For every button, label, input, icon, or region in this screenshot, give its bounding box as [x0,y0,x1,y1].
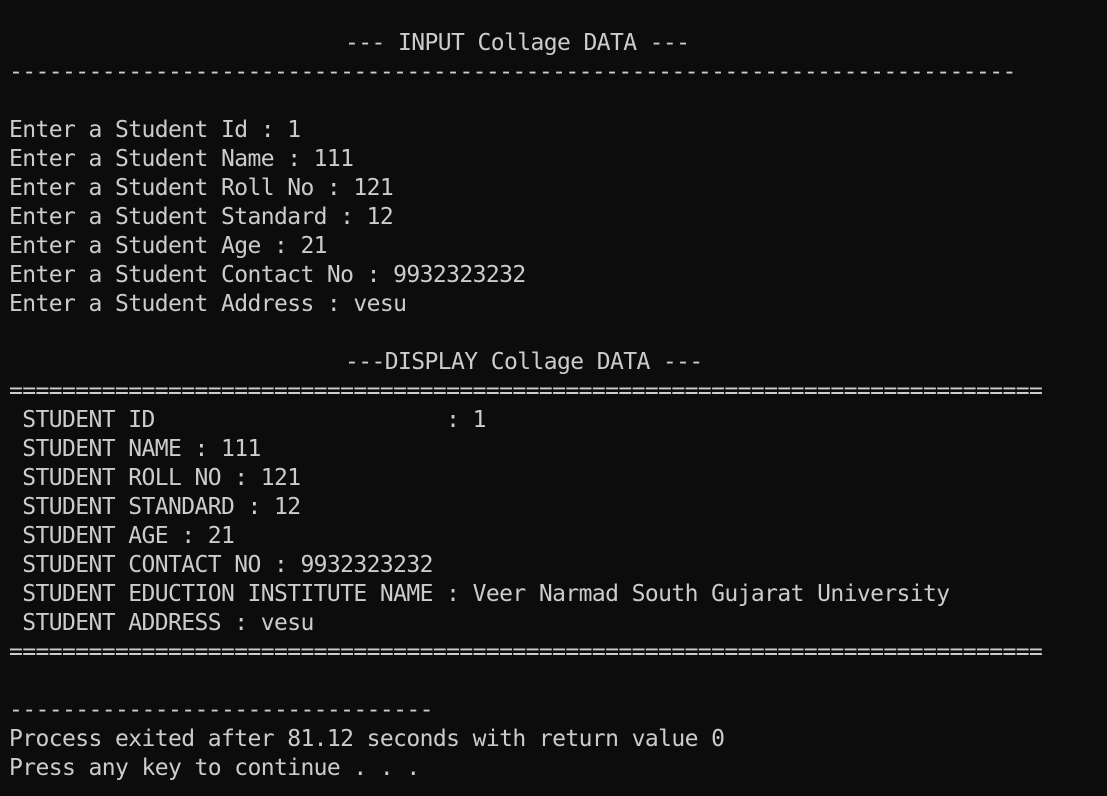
input-line-age: Enter a Student Age : 21 [9,233,328,259]
display-line-address: STUDENT ADDRESS : vesu [9,610,314,636]
input-line-roll-no: Enter a Student Roll No : 121 [9,175,394,201]
display-section-title: ---DISPLAY Collage DATA --- [345,349,703,375]
press-any-key-prompt: Press any key to continue . . . [9,755,420,781]
display-line-age: STUDENT AGE : 21 [9,523,235,549]
input-line-contact-no: Enter a Student Contact No : 9932323232 [9,262,526,288]
display-line-student-id: STUDENT ID : 1 [9,407,486,433]
display-line-standard: STUDENT STANDARD : 12 [9,494,301,520]
dash-separator: ----------------------------------------… [9,59,1016,85]
display-line-roll-no: STUDENT ROLL NO : 121 [9,465,301,491]
input-line-student-name: Enter a Student Name : 111 [9,146,354,172]
equals-separator-bottom: ========================================… [9,639,1043,665]
input-line-student-id: Enter a Student Id : 1 [9,117,301,143]
display-line-student-name: STUDENT NAME : 111 [9,436,261,462]
display-line-contact-no: STUDENT CONTACT NO : 9932323232 [9,552,433,578]
display-line-institute-name: STUDENT EDUCTION INSTITUTE NAME : Veer N… [9,581,950,607]
process-exit-message: Process exited after 81.12 seconds with … [9,726,725,752]
console-window[interactable]: --- INPUT Collage DATA --- -------------… [0,0,1107,796]
input-line-address: Enter a Student Address : vesu [9,291,407,317]
input-line-standard: Enter a Student Standard : 12 [9,204,394,230]
input-section-title: --- INPUT Collage DATA --- [345,30,690,56]
short-dash-separator: -------------------------------- [9,697,434,723]
equals-separator-top: ========================================… [9,378,1043,404]
